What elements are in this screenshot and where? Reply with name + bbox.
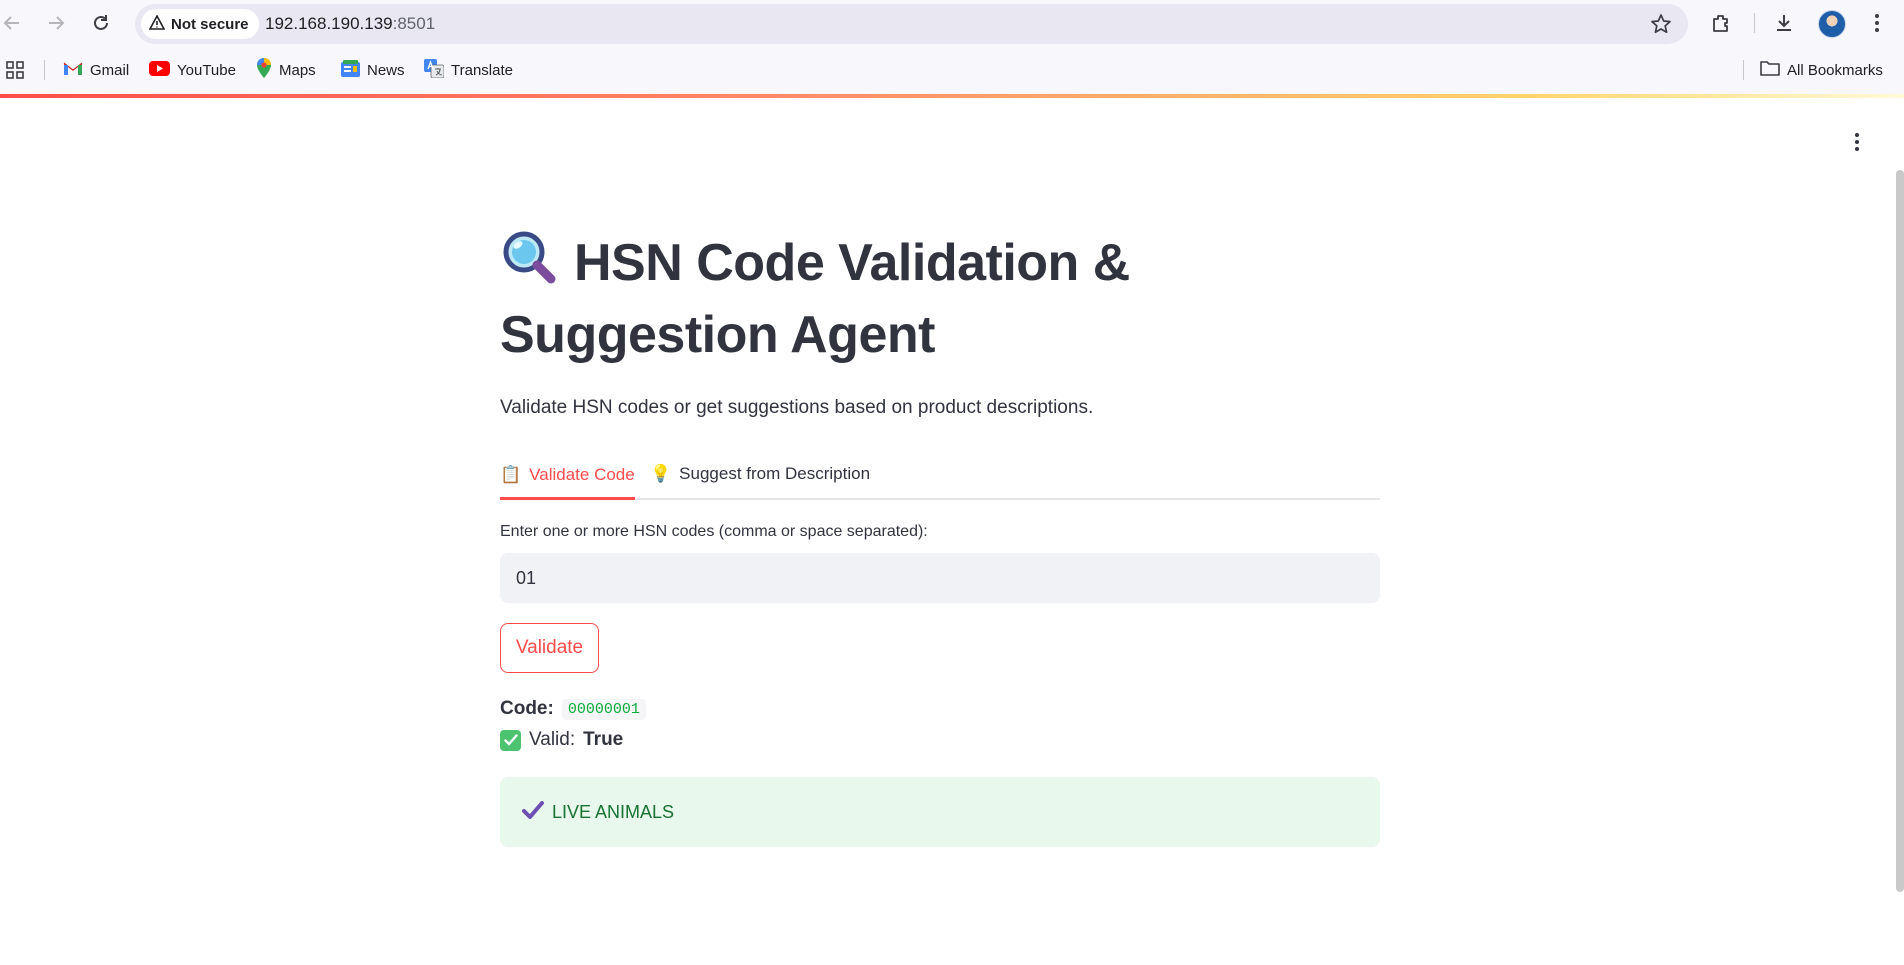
valid-value: True — [583, 729, 624, 750]
app-menu-icon[interactable] — [1846, 130, 1868, 154]
bookmark-star-icon[interactable] — [1650, 13, 1672, 40]
bookmark-label: YouTube — [177, 61, 236, 79]
gmail-icon — [63, 61, 83, 80]
reload-icon[interactable] — [89, 11, 113, 35]
bookmark-maps[interactable]: Maps — [256, 58, 316, 82]
heavy-check-icon — [522, 800, 544, 824]
clipboard-icon: 📋 — [500, 464, 522, 484]
news-icon — [341, 59, 360, 81]
tab-validate-code[interactable]: 📋 Validate Code — [500, 452, 635, 500]
profile-avatar[interactable] — [1818, 10, 1846, 38]
maps-icon — [256, 58, 272, 82]
valid-label: Valid: — [529, 729, 576, 750]
check-mark-icon — [500, 729, 521, 751]
apps-grid-icon[interactable] — [6, 59, 24, 81]
validate-button[interactable]: Validate — [500, 623, 599, 673]
page-title: HSN Code Validation & Suggestion Agent — [500, 230, 1380, 368]
browser-menu-icon[interactable] — [1865, 11, 1889, 35]
scrollbar[interactable] — [1896, 170, 1904, 892]
page-subtitle: Validate HSN codes or get suggestions ba… — [500, 397, 1094, 418]
bookmark-label: Gmail — [90, 61, 130, 79]
security-label: Not secure — [171, 15, 249, 33]
hsn-description: LIVE ANIMALS — [552, 801, 675, 822]
all-bookmarks[interactable]: All Bookmarks — [1760, 59, 1883, 81]
url-host: 192.168.190.139 — [265, 14, 393, 33]
url-port: :8501 — [392, 14, 436, 33]
warning-icon — [148, 13, 166, 34]
tab-label: Validate Code — [529, 464, 635, 484]
security-chip[interactable]: Not secure — [141, 9, 259, 39]
code-label: Code: — [500, 698, 554, 719]
youtube-icon — [149, 60, 170, 80]
translate-icon — [424, 58, 445, 82]
hsn-input-label: Enter one or more HSN codes (comma or sp… — [500, 523, 928, 540]
toolbar-divider — [1754, 13, 1755, 33]
bookmark-gmail[interactable]: Gmail — [63, 59, 129, 81]
all-bookmarks-label: All Bookmarks — [1787, 61, 1883, 79]
bookmark-news[interactable]: News — [341, 59, 405, 81]
bookmarks-divider — [44, 60, 45, 80]
result-code-line: Code: 00000001 — [500, 698, 646, 720]
bookmark-label: News — [367, 61, 405, 79]
bookmarks-divider — [1743, 60, 1744, 80]
success-alert: LIVE ANIMALS — [500, 777, 1380, 847]
extensions-icon[interactable] — [1709, 11, 1733, 35]
browser-toolbar: Not secure 192.168.190.139:8501 — [0, 0, 1904, 46]
forward-icon[interactable] — [44, 11, 68, 35]
bookmark-label: Translate — [451, 61, 513, 79]
code-value: 00000001 — [561, 698, 646, 720]
lightbulb-icon: 💡 — [650, 464, 672, 483]
tab-bar: 📋 Validate Code 💡 Suggest from Descripti… — [500, 452, 1380, 500]
bookmark-translate[interactable]: Translate — [424, 58, 513, 82]
bookmarks-bar: Gmail YouTube Maps News Translate All Bo… — [0, 46, 1904, 94]
magnifier-icon — [500, 230, 558, 302]
tab-suggest-from-description[interactable]: 💡 Suggest from Description — [650, 452, 870, 496]
bookmark-youtube[interactable]: YouTube — [149, 59, 236, 81]
url-text[interactable]: 192.168.190.139:8501 — [265, 14, 435, 34]
folder-icon — [1760, 60, 1780, 80]
result-valid-line: Valid: True — [500, 729, 623, 751]
hsn-code-input[interactable] — [500, 553, 1380, 603]
app-header-decoration — [0, 94, 1904, 98]
address-bar[interactable]: Not secure 192.168.190.139:8501 — [135, 4, 1688, 44]
page-title-text: HSN Code Validation & Suggestion Agent — [500, 234, 1130, 364]
bookmark-label: Maps — [279, 61, 316, 79]
download-icon[interactable] — [1772, 11, 1796, 35]
back-icon[interactable] — [0, 11, 24, 35]
main-content: HSN Code Validation & Suggestion Agent V… — [500, 230, 1380, 847]
tab-label: Suggest from Description — [679, 464, 871, 483]
